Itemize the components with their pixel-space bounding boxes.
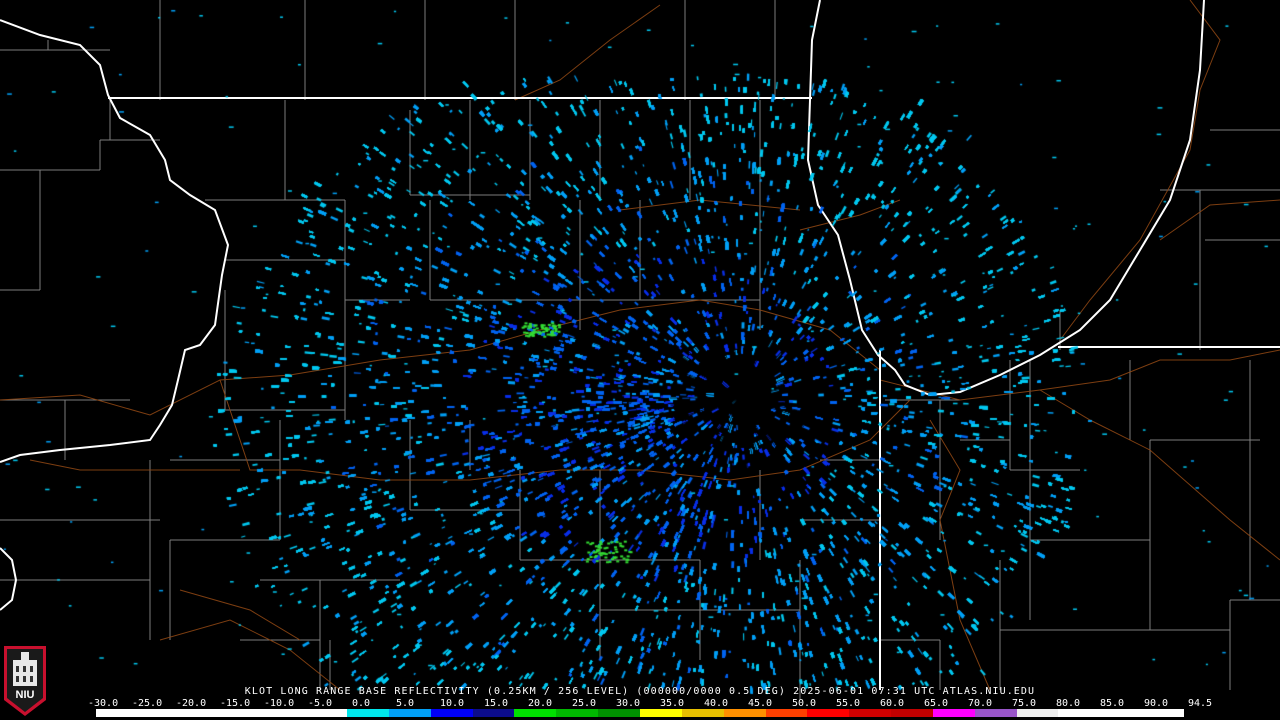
colorbar-label: 20.0 xyxy=(528,698,553,709)
colorbar-swatch xyxy=(891,709,933,717)
colorbar-swatch xyxy=(681,709,724,717)
colorbar-swatch xyxy=(305,709,348,717)
colorbar-label: -30.0 xyxy=(88,698,119,709)
colorbar-swatch xyxy=(1100,709,1143,717)
colorbar-label: 70.0 xyxy=(968,698,993,709)
colorbar-swatch xyxy=(347,709,389,717)
colorbar-label: 5.0 xyxy=(396,698,415,709)
colorbar-swatch xyxy=(96,709,138,717)
colorbar-label: 75.0 xyxy=(1012,698,1037,709)
colorbar-swatch xyxy=(388,709,431,717)
colorbar-swatch xyxy=(430,709,473,717)
colorbar-label: 94.5 xyxy=(1188,698,1213,709)
colorbar-swatch xyxy=(723,709,766,717)
colorbar-swatch xyxy=(1058,709,1101,717)
colorbar-label: 35.0 xyxy=(660,698,685,709)
colorbar-label: -5.0 xyxy=(308,698,333,709)
radar-map xyxy=(0,0,1280,720)
colorbar-label: 90.0 xyxy=(1144,698,1169,709)
colorbar-swatch xyxy=(765,709,808,717)
colorbar-swatch xyxy=(472,709,515,717)
colorbar-label: -25.0 xyxy=(132,698,163,709)
colorbar-label: 65.0 xyxy=(924,698,949,709)
colorbar-label: 0.0 xyxy=(352,698,371,709)
colorbar-swatch xyxy=(807,709,850,717)
colorbar-label: 45.0 xyxy=(748,698,773,709)
reflectivity-echoes xyxy=(0,0,1280,720)
colorbar-label: 80.0 xyxy=(1056,698,1081,709)
colorbar-label: 85.0 xyxy=(1100,698,1125,709)
colorbar-label: -15.0 xyxy=(220,698,251,709)
colorbar-swatch xyxy=(1016,709,1059,717)
colorbar-label: 50.0 xyxy=(792,698,817,709)
niu-logo: NIU xyxy=(4,646,46,716)
colorbar-swatch xyxy=(179,709,222,717)
colorbar-label: -10.0 xyxy=(264,698,295,709)
colorbar-label: -20.0 xyxy=(176,698,207,709)
colorbar-swatch xyxy=(556,709,599,717)
colorbar-swatch xyxy=(639,709,682,717)
colorbar-swatch xyxy=(1142,709,1184,717)
product-info-line: KLOT LONG RANGE BASE REFLECTIVITY (0.25K… xyxy=(244,686,1036,697)
colorbar-swatch xyxy=(137,709,180,717)
reflectivity-colorbar xyxy=(96,709,1184,717)
colorbar-label: 10.0 xyxy=(440,698,465,709)
colorbar-label: 60.0 xyxy=(880,698,905,709)
colorbar-label: 30.0 xyxy=(616,698,641,709)
colorbar-swatch xyxy=(514,709,557,717)
colorbar-label: 25.0 xyxy=(572,698,597,709)
colorbar-label: 15.0 xyxy=(484,698,509,709)
colorbar-labels: -30.0 -25.0 -20.0 -15.0 -10.0 -5.0 0.0 5.0 10.0 1… xyxy=(88,698,1212,709)
colorbar-swatch xyxy=(974,709,1017,717)
colorbar-label: 55.0 xyxy=(836,698,861,709)
colorbar-swatch xyxy=(932,709,975,717)
colorbar-swatch xyxy=(221,709,264,717)
colorbar-label: 40.0 xyxy=(704,698,729,709)
colorbar-swatch xyxy=(849,709,892,717)
colorbar-swatch xyxy=(598,709,640,717)
colorbar-swatch xyxy=(263,709,306,717)
